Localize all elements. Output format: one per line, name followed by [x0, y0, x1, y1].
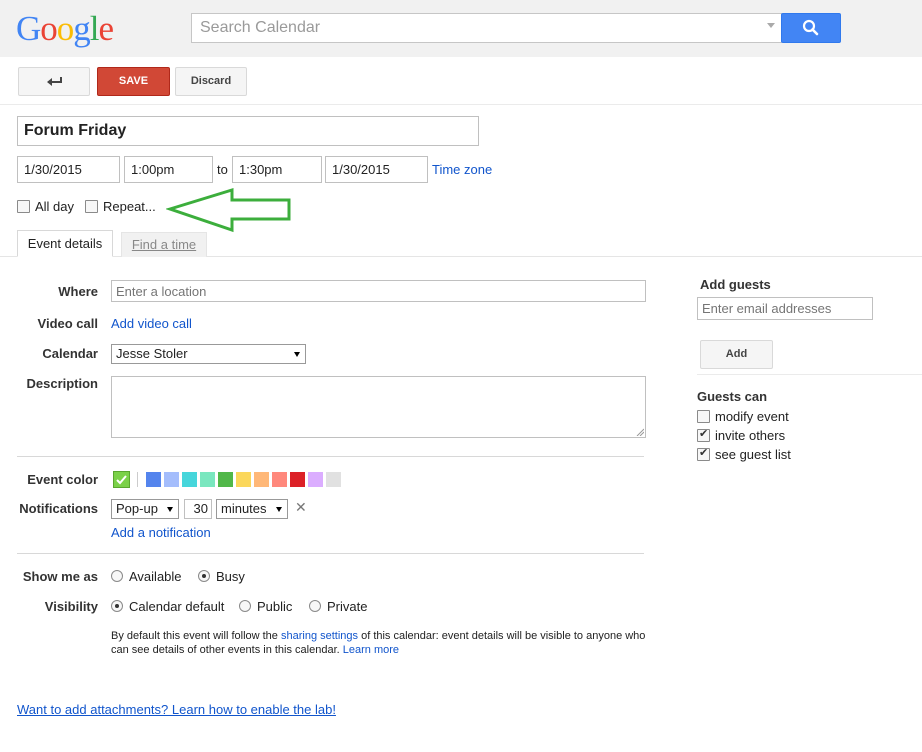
visibility-note: By default this event will follow the sh…	[111, 629, 651, 657]
color-swatch[interactable]	[236, 472, 251, 487]
visibility-note-text: By default this event will follow the	[111, 630, 281, 642]
invite-others-checkbox[interactable]	[697, 427, 710, 442]
color-swatch[interactable]	[272, 472, 287, 487]
add-video-call-link[interactable]: Add video call	[111, 316, 192, 331]
repeat-label: Repeat...	[103, 199, 156, 214]
all-day-checkbox[interactable]	[17, 200, 30, 213]
back-arrow-icon	[47, 77, 62, 86]
color-swatch[interactable]	[182, 472, 197, 487]
notification-type-select[interactable]: Pop-up	[111, 499, 179, 519]
tab-find-a-time[interactable]: Find a time	[121, 232, 207, 257]
end-time-input[interactable]	[232, 156, 322, 183]
search-icon	[802, 19, 819, 36]
private-radio[interactable]	[309, 600, 321, 612]
add-guests-label: Add guests	[700, 277, 771, 292]
sharing-settings-link[interactable]: sharing settings	[281, 630, 358, 642]
checkmark-icon	[116, 475, 127, 485]
google-logo[interactable]: Google	[16, 9, 114, 49]
calendar-label: Calendar	[42, 346, 98, 361]
notification-unit-value: minutes	[221, 501, 267, 516]
visibility-note-text: can see details of other events in this …	[111, 644, 343, 656]
end-date-input[interactable]	[325, 156, 428, 183]
toolbar-divider	[0, 104, 922, 105]
search-button[interactable]	[781, 13, 841, 43]
color-swatch[interactable]	[254, 472, 269, 487]
repeat-checkbox[interactable]	[85, 200, 98, 213]
annotation-arrow-icon	[166, 187, 291, 233]
calendar-default-radio[interactable]	[111, 600, 123, 612]
add-notification-link[interactable]: Add a notification	[111, 525, 211, 540]
back-button[interactable]	[18, 67, 90, 96]
dropdown-arrow-icon	[167, 507, 173, 512]
where-label: Where	[58, 284, 98, 299]
selected-color-swatch[interactable]	[113, 471, 130, 488]
invite-others-label: invite others	[715, 428, 786, 443]
public-radio[interactable]	[239, 600, 251, 612]
remove-notification-icon[interactable]: ✕	[295, 499, 307, 516]
notifications-label: Notifications	[19, 501, 98, 516]
description-label: Description	[26, 376, 98, 391]
visibility-label: Visibility	[44, 599, 98, 614]
notification-unit-select[interactable]: minutes	[216, 499, 288, 519]
color-swatch[interactable]	[218, 472, 233, 487]
start-date-input[interactable]	[17, 156, 120, 183]
event-color-label: Event color	[27, 472, 98, 487]
all-day-label: All day	[35, 199, 75, 214]
search-box	[191, 13, 782, 43]
guest-email-input[interactable]	[697, 297, 873, 320]
guests-can-label: Guests can	[697, 389, 768, 404]
busy-radio[interactable]	[198, 570, 210, 582]
show-me-as-label: Show me as	[22, 569, 98, 584]
add-guest-button[interactable]: Add	[700, 340, 773, 369]
search-input[interactable]	[192, 14, 762, 42]
calendar-default-label: Calendar default	[129, 599, 225, 614]
color-swatch[interactable]	[326, 472, 341, 487]
calendar-select-value: Jesse Stoler	[116, 346, 188, 361]
event-title-input[interactable]	[17, 116, 479, 146]
color-swatch[interactable]	[146, 472, 161, 487]
attachments-lab-link[interactable]: Want to add attachments? Learn how to en…	[17, 702, 336, 717]
to-label: to	[217, 162, 228, 177]
see-guest-list-label: see guest list	[715, 447, 791, 462]
sidebar-divider	[697, 374, 922, 375]
color-swatch[interactable]	[290, 472, 305, 487]
save-button[interactable]: SAVE	[97, 67, 170, 96]
notification-amount-input[interactable]: 30	[184, 499, 212, 519]
available-label: Available	[129, 569, 182, 584]
location-input[interactable]	[111, 280, 646, 302]
modify-event-checkbox[interactable]	[697, 410, 710, 423]
search-options-icon[interactable]	[767, 23, 775, 28]
resize-handle-icon[interactable]	[636, 428, 644, 436]
discard-button[interactable]: Discard	[175, 67, 247, 96]
color-swatch[interactable]	[200, 472, 215, 487]
description-textarea[interactable]	[111, 376, 646, 438]
public-label: Public	[257, 599, 293, 614]
section-divider	[17, 553, 644, 554]
color-separator	[137, 472, 138, 487]
tab-event-details[interactable]: Event details	[17, 230, 113, 257]
visibility-note-text: of this calendar: event details will be …	[358, 630, 646, 642]
section-divider	[17, 456, 644, 457]
calendar-select[interactable]: Jesse Stoler	[111, 344, 306, 364]
video-call-label: Video call	[37, 316, 98, 331]
private-label: Private	[327, 599, 368, 614]
busy-label: Busy	[216, 569, 245, 584]
dropdown-arrow-icon	[276, 507, 282, 512]
available-radio[interactable]	[111, 570, 123, 582]
see-guest-list-checkbox[interactable]	[697, 446, 710, 461]
notification-type-value: Pop-up	[116, 501, 158, 516]
dropdown-arrow-icon	[294, 352, 300, 357]
start-time-input[interactable]	[124, 156, 213, 183]
time-zone-link[interactable]: Time zone	[432, 162, 492, 177]
modify-event-label: modify event	[715, 409, 789, 424]
color-swatch[interactable]	[164, 472, 179, 487]
learn-more-link[interactable]: Learn more	[343, 644, 399, 656]
color-swatch[interactable]	[308, 472, 323, 487]
